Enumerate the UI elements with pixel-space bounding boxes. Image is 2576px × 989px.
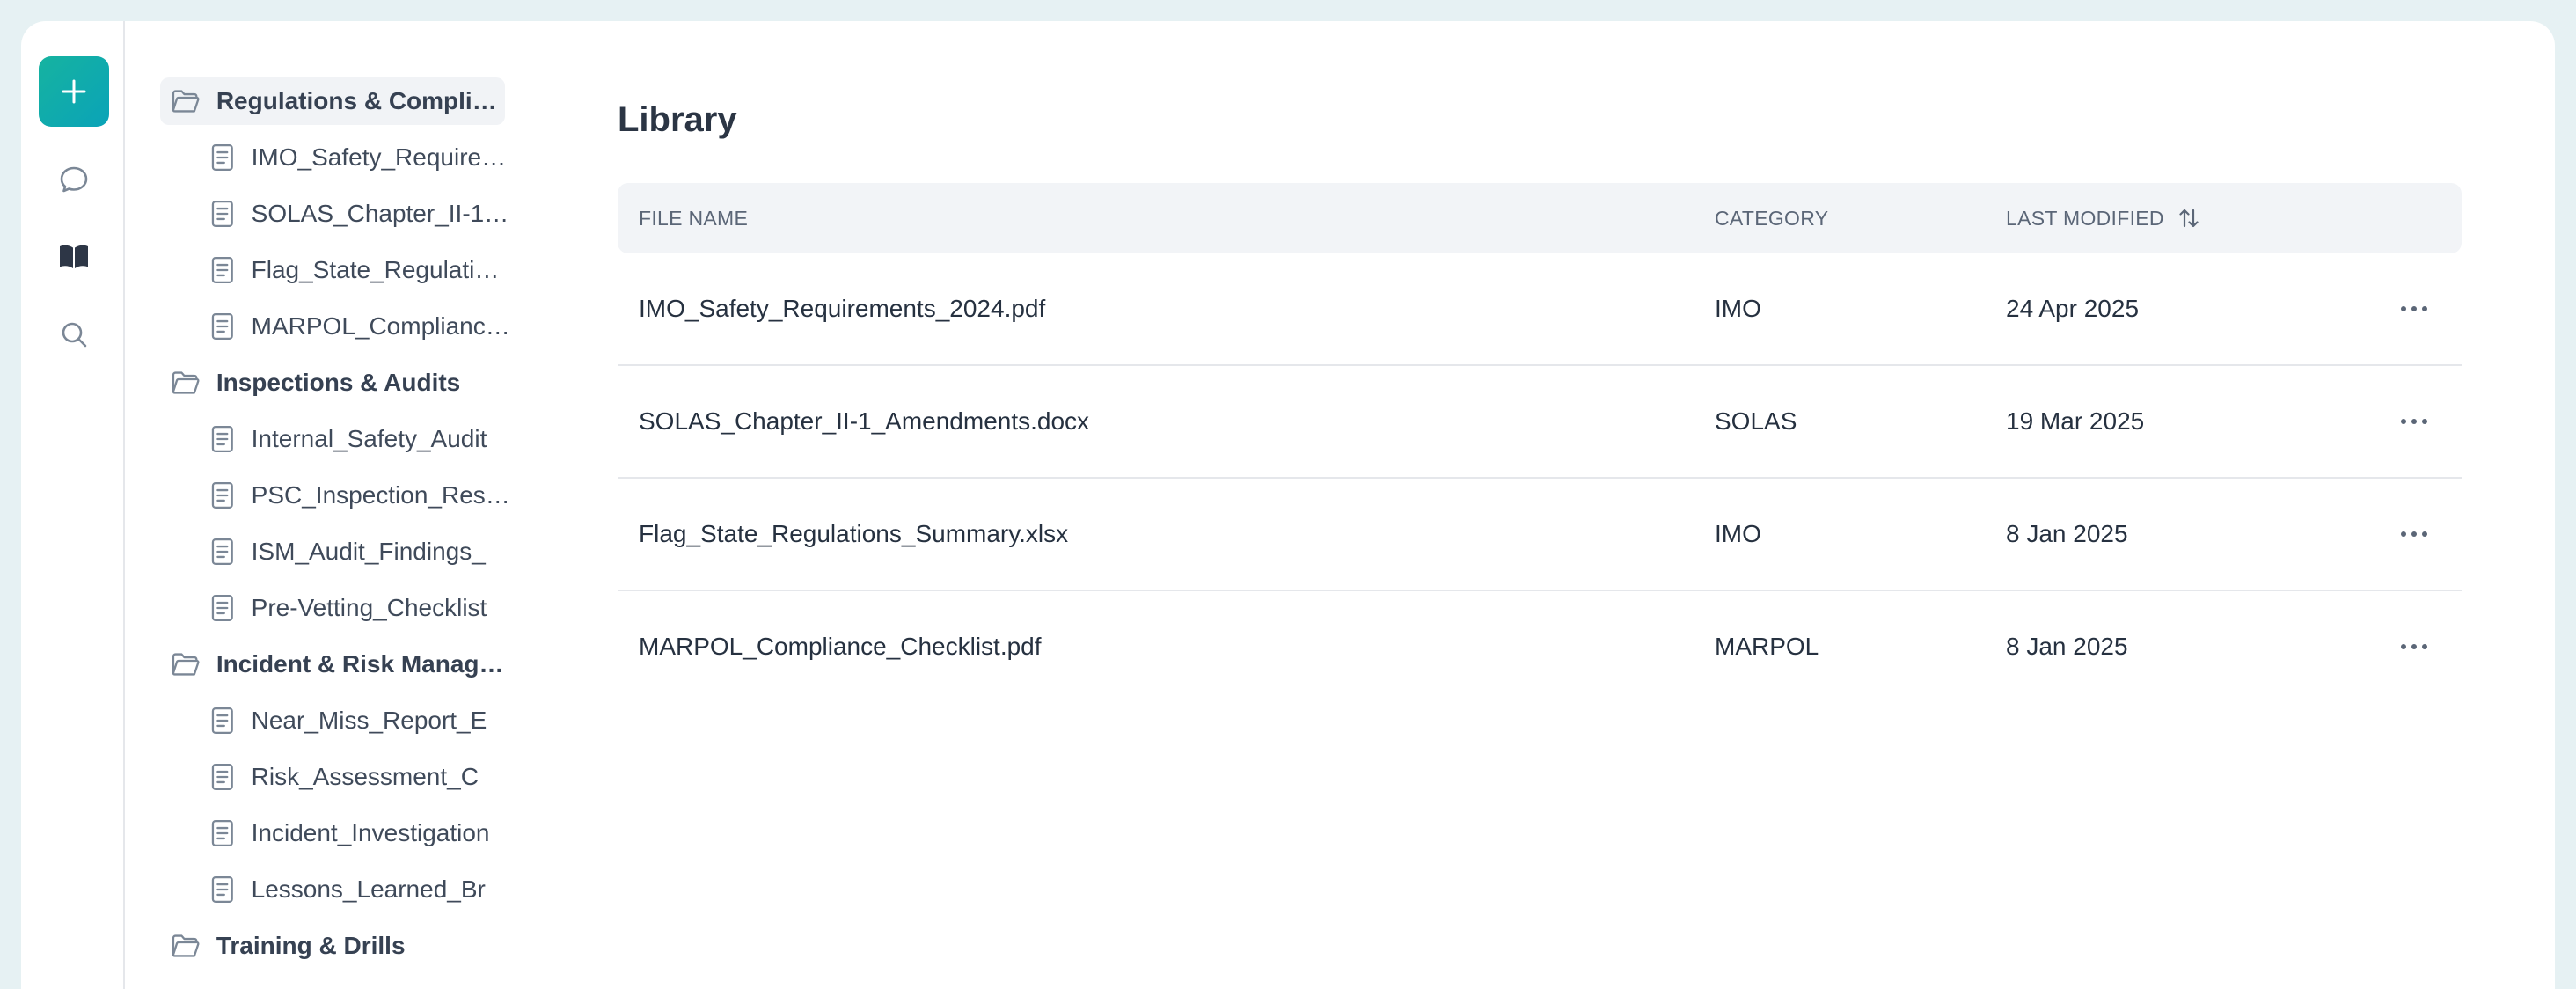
icon-rail xyxy=(21,21,125,989)
chat-bubble-icon xyxy=(60,166,88,193)
file-label: Near_Miss_Report_E xyxy=(251,707,487,734)
row-menu-button[interactable] xyxy=(2388,395,2441,448)
category-cell: IMO xyxy=(1715,295,1761,322)
folder-label: Training & Drills xyxy=(216,932,406,959)
plus-icon xyxy=(62,79,86,104)
folder-icon xyxy=(172,653,200,676)
document-icon xyxy=(211,144,233,171)
last-modified-cell: 8 Jan 2025 xyxy=(2006,633,2128,660)
file-item[interactable]: Internal_Safety_Audit xyxy=(209,415,512,463)
last-modified-label: LAST MODIFIED xyxy=(2006,206,2164,230)
row-menu-button[interactable] xyxy=(2388,620,2441,673)
folder-icon xyxy=(172,934,200,957)
document-icon xyxy=(211,820,233,846)
open-book-icon xyxy=(60,245,88,268)
file-label: Risk_Assessment_C xyxy=(251,763,479,790)
table-row[interactable]: SOLAS_Chapter_II-1_Amendments.docx SOLAS 1… xyxy=(618,366,2462,479)
sort-arrows-icon[interactable] xyxy=(2177,206,2201,231)
folder-label: Regulations & Compliance xyxy=(216,87,505,114)
folder-icon xyxy=(172,90,200,113)
column-header-last-modified[interactable]: LAST MODIFIED xyxy=(2006,183,2201,253)
library-button[interactable] xyxy=(48,231,100,283)
file-item[interactable]: Near_Miss_Report_E xyxy=(209,697,512,744)
category-cell: MARPOL xyxy=(1715,633,1819,660)
folder-icon xyxy=(172,371,200,394)
file-label: IMO_Safety_Requirements_2024.pdf xyxy=(251,143,512,171)
file-item[interactable]: IMO_Safety_Requirements_2024.pdf xyxy=(209,134,512,181)
file-item[interactable]: Pre-Vetting_Checklist xyxy=(209,584,512,632)
more-horizontal-icon xyxy=(2401,419,2427,424)
folder-label: Incident & Risk Management xyxy=(216,650,505,678)
search-icon xyxy=(62,322,87,348)
column-header-category[interactable]: CATEGORY xyxy=(1715,183,1828,253)
more-horizontal-icon xyxy=(2401,644,2427,649)
document-icon xyxy=(211,707,233,734)
last-modified-cell: 19 Mar 2025 xyxy=(2006,407,2145,435)
document-icon xyxy=(211,257,233,283)
file-label: Lessons_Learned_Br xyxy=(251,875,486,903)
file-item[interactable]: Flag_State_Regulations_Summary.xlsx xyxy=(209,246,512,294)
file-item[interactable]: Lessons_Learned_Br xyxy=(209,866,512,913)
document-icon xyxy=(211,538,233,565)
file-label: PSC_Inspection_Results xyxy=(251,481,512,509)
folder-label: Inspections & Audits xyxy=(216,369,461,396)
file-item[interactable]: PSC_Inspection_Results xyxy=(209,472,512,519)
page-title: Library xyxy=(618,100,737,139)
file-name-cell: Flag_State_Regulations_Summary.xlsx xyxy=(639,520,1069,547)
file-item[interactable]: MARPOL_Compliance_Checklist.pdf xyxy=(209,303,512,350)
file-name-cell: IMO_Safety_Requirements_2024.pdf xyxy=(639,295,1046,322)
row-menu-button[interactable] xyxy=(2388,508,2441,560)
document-icon xyxy=(211,876,233,903)
file-item[interactable]: SOLAS_Chapter_II-1_Amendments.docx xyxy=(209,190,512,238)
table-row[interactable]: MARPOL_Compliance_Checklist.pdf MARPOL 8 J… xyxy=(618,591,2462,704)
document-icon xyxy=(211,313,233,340)
file-item[interactable]: Risk_Assessment_C xyxy=(209,753,512,801)
document-icon xyxy=(211,595,233,621)
folder-tree: Regulations & Compliance IMO_Safety_Requi… xyxy=(125,21,538,989)
table-row[interactable]: Flag_State_Regulations_Summary.xlsx IMO 8 … xyxy=(618,479,2462,591)
document-icon xyxy=(211,764,233,790)
last-modified-cell: 8 Jan 2025 xyxy=(2006,520,2128,547)
row-menu-button[interactable] xyxy=(2388,282,2441,335)
folder-item[interactable]: Incident & Risk Management xyxy=(160,641,505,688)
document-icon xyxy=(211,426,233,452)
folder-item[interactable]: Training & Drills xyxy=(160,922,505,970)
file-label: MARPOL_Compliance_Checklist.pdf xyxy=(251,312,512,340)
document-icon xyxy=(211,201,233,227)
library-panel: Library FILE NAME CATEGORY LAST MODIFIED… xyxy=(618,21,2483,989)
file-name-cell: SOLAS_Chapter_II-1_Amendments.docx xyxy=(639,407,1090,435)
file-label: Flag_State_Regulations_Summary.xlsx xyxy=(251,256,512,283)
category-cell: IMO xyxy=(1715,520,1761,547)
file-label: Incident_Investigation xyxy=(251,819,490,846)
column-header-file-name[interactable]: FILE NAME xyxy=(639,183,748,253)
table-row[interactable]: IMO_Safety_Requirements_2024.pdf IMO 24 Ap… xyxy=(618,253,2462,366)
file-name-cell: MARPOL_Compliance_Checklist.pdf xyxy=(639,633,1042,660)
file-item[interactable]: Incident_Investigation xyxy=(209,810,512,857)
folder-item[interactable]: Regulations & Compliance xyxy=(160,77,505,125)
file-label: SOLAS_Chapter_II-1_Amendments.docx xyxy=(251,200,512,227)
table-header: FILE NAME CATEGORY LAST MODIFIED xyxy=(618,183,2462,253)
folder-item[interactable]: Inspections & Audits xyxy=(160,359,505,407)
app-window: Regulations & Compliance IMO_Safety_Requi… xyxy=(21,21,2555,989)
search-button[interactable] xyxy=(48,308,100,361)
file-item[interactable]: ISM_Audit_Findings_ xyxy=(209,528,512,575)
file-label: ISM_Audit_Findings_ xyxy=(251,538,486,565)
more-horizontal-icon xyxy=(2401,531,2427,537)
document-icon xyxy=(211,482,233,509)
more-horizontal-icon xyxy=(2401,306,2427,311)
chat-button[interactable] xyxy=(48,153,100,206)
file-label: Internal_Safety_Audit xyxy=(251,425,487,452)
new-button[interactable] xyxy=(39,56,109,127)
category-cell: SOLAS xyxy=(1715,407,1797,435)
last-modified-cell: 24 Apr 2025 xyxy=(2006,295,2140,322)
file-label: Pre-Vetting_Checklist xyxy=(251,594,487,621)
